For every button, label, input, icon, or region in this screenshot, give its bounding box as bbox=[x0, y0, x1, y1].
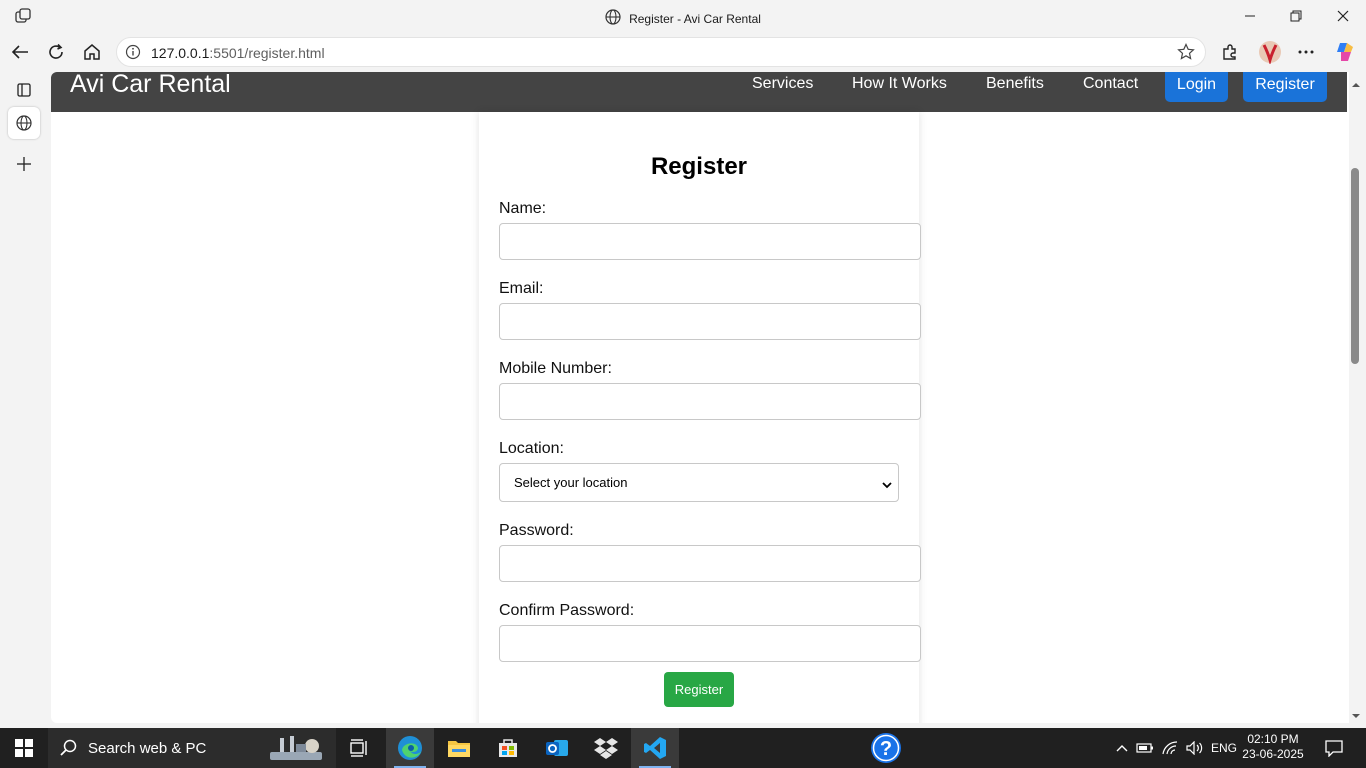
search-placeholder: Search web & PC bbox=[88, 740, 207, 757]
search-highlight-icon bbox=[266, 732, 326, 768]
svg-text:?: ? bbox=[880, 738, 892, 760]
globe-icon bbox=[605, 9, 621, 28]
store-icon[interactable] bbox=[484, 728, 532, 768]
url-text[interactable]: 127.0.0.1:5501/register.html bbox=[151, 45, 325, 61]
location-selected-text: Select your location bbox=[514, 475, 628, 490]
tab-actions-icon[interactable] bbox=[8, 74, 40, 106]
nav-login-button[interactable]: Login bbox=[1165, 72, 1228, 102]
restore-button[interactable] bbox=[1273, 0, 1319, 32]
close-button[interactable] bbox=[1320, 0, 1366, 32]
location-select[interactable]: Select your location bbox=[499, 463, 899, 502]
vertical-tab-strip bbox=[0, 72, 47, 728]
start-button[interactable] bbox=[0, 728, 48, 768]
vscode-icon[interactable] bbox=[631, 728, 679, 768]
nav-services[interactable]: Services bbox=[752, 75, 813, 93]
taskbar-clock[interactable]: 02:10 PM 23-06-2025 bbox=[1238, 732, 1308, 762]
window-title: Register - Avi Car Rental bbox=[629, 11, 761, 26]
notifications-icon[interactable] bbox=[1310, 728, 1358, 768]
address-bar[interactable]: 127.0.0.1:5501/register.html bbox=[116, 37, 1206, 67]
copilot-icon[interactable] bbox=[1330, 38, 1358, 66]
help-icon[interactable]: ? bbox=[862, 728, 910, 768]
battery-icon[interactable] bbox=[1132, 743, 1158, 753]
site-brand[interactable]: Avi Car Rental bbox=[70, 72, 231, 99]
taskbar: Search web & PC ? ENG 02:10 PM 23-06-202… bbox=[0, 728, 1366, 768]
nav-how-it-works[interactable]: How It Works bbox=[852, 75, 947, 93]
scroll-down-icon[interactable] bbox=[1351, 707, 1361, 718]
wifi-icon[interactable] bbox=[1158, 741, 1182, 755]
outlook-icon[interactable] bbox=[533, 728, 581, 768]
dropbox-icon[interactable] bbox=[582, 728, 630, 768]
name-label: Name: bbox=[499, 200, 547, 217]
site-header: Avi Car Rental Services How It Works Ben… bbox=[51, 72, 1347, 112]
search-icon bbox=[60, 739, 78, 762]
nav-benefits[interactable]: Benefits bbox=[986, 75, 1044, 93]
back-button[interactable] bbox=[6, 38, 34, 66]
browser-toolbar: 127.0.0.1:5501/register.html bbox=[0, 32, 1366, 72]
volume-icon[interactable] bbox=[1182, 741, 1208, 755]
language-indicator[interactable]: ENG bbox=[1208, 741, 1240, 755]
register-card: Register Name: Email: Mobile Number: Loc… bbox=[479, 112, 921, 723]
nav-contact[interactable]: Contact bbox=[1083, 75, 1138, 93]
password-label: Password: bbox=[499, 522, 574, 539]
location-label: Location: bbox=[499, 440, 564, 457]
minimize-button[interactable] bbox=[1227, 0, 1273, 32]
confirm-password-input[interactable] bbox=[499, 625, 921, 662]
clock-time: 02:10 PM bbox=[1247, 732, 1299, 746]
email-input[interactable] bbox=[499, 303, 921, 340]
tab-register-page[interactable] bbox=[8, 107, 40, 139]
name-input[interactable] bbox=[499, 223, 921, 260]
site-info-icon[interactable] bbox=[125, 44, 141, 65]
page-scrollbar[interactable] bbox=[1349, 72, 1366, 723]
favorite-star-icon[interactable] bbox=[1177, 43, 1195, 66]
new-tab-button[interactable] bbox=[8, 148, 40, 180]
home-button[interactable] bbox=[78, 38, 106, 66]
register-submit-button[interactable]: Register bbox=[664, 672, 734, 707]
password-input[interactable] bbox=[499, 545, 921, 582]
profile-avatar[interactable] bbox=[1256, 38, 1284, 66]
edge-taskbar-icon[interactable] bbox=[386, 728, 434, 768]
system-tray: ENG bbox=[1112, 728, 1240, 768]
mobile-label: Mobile Number: bbox=[499, 360, 612, 377]
file-explorer-icon[interactable] bbox=[435, 728, 483, 768]
more-menu-icon[interactable] bbox=[1292, 38, 1320, 66]
email-label: Email: bbox=[499, 280, 544, 297]
clock-date: 23-06-2025 bbox=[1242, 747, 1304, 761]
extensions-icon[interactable] bbox=[1216, 38, 1244, 66]
confirm-password-label: Confirm Password: bbox=[499, 602, 635, 619]
refresh-button[interactable] bbox=[42, 38, 70, 66]
nav-register-button[interactable]: Register bbox=[1243, 72, 1327, 102]
show-hidden-icons-icon[interactable] bbox=[1112, 744, 1132, 752]
taskbar-search[interactable]: Search web & PC bbox=[48, 728, 336, 768]
scroll-up-icon[interactable] bbox=[1351, 76, 1361, 87]
task-view-icon[interactable] bbox=[336, 728, 384, 768]
form-heading: Register bbox=[650, 153, 748, 180]
scroll-thumb[interactable] bbox=[1351, 168, 1359, 364]
chevron-down-icon bbox=[882, 477, 892, 492]
page-viewport: Avi Car Rental Services How It Works Ben… bbox=[51, 72, 1349, 723]
mobile-input[interactable] bbox=[499, 383, 921, 420]
title-bar: Register - Avi Car Rental bbox=[0, 0, 1366, 32]
